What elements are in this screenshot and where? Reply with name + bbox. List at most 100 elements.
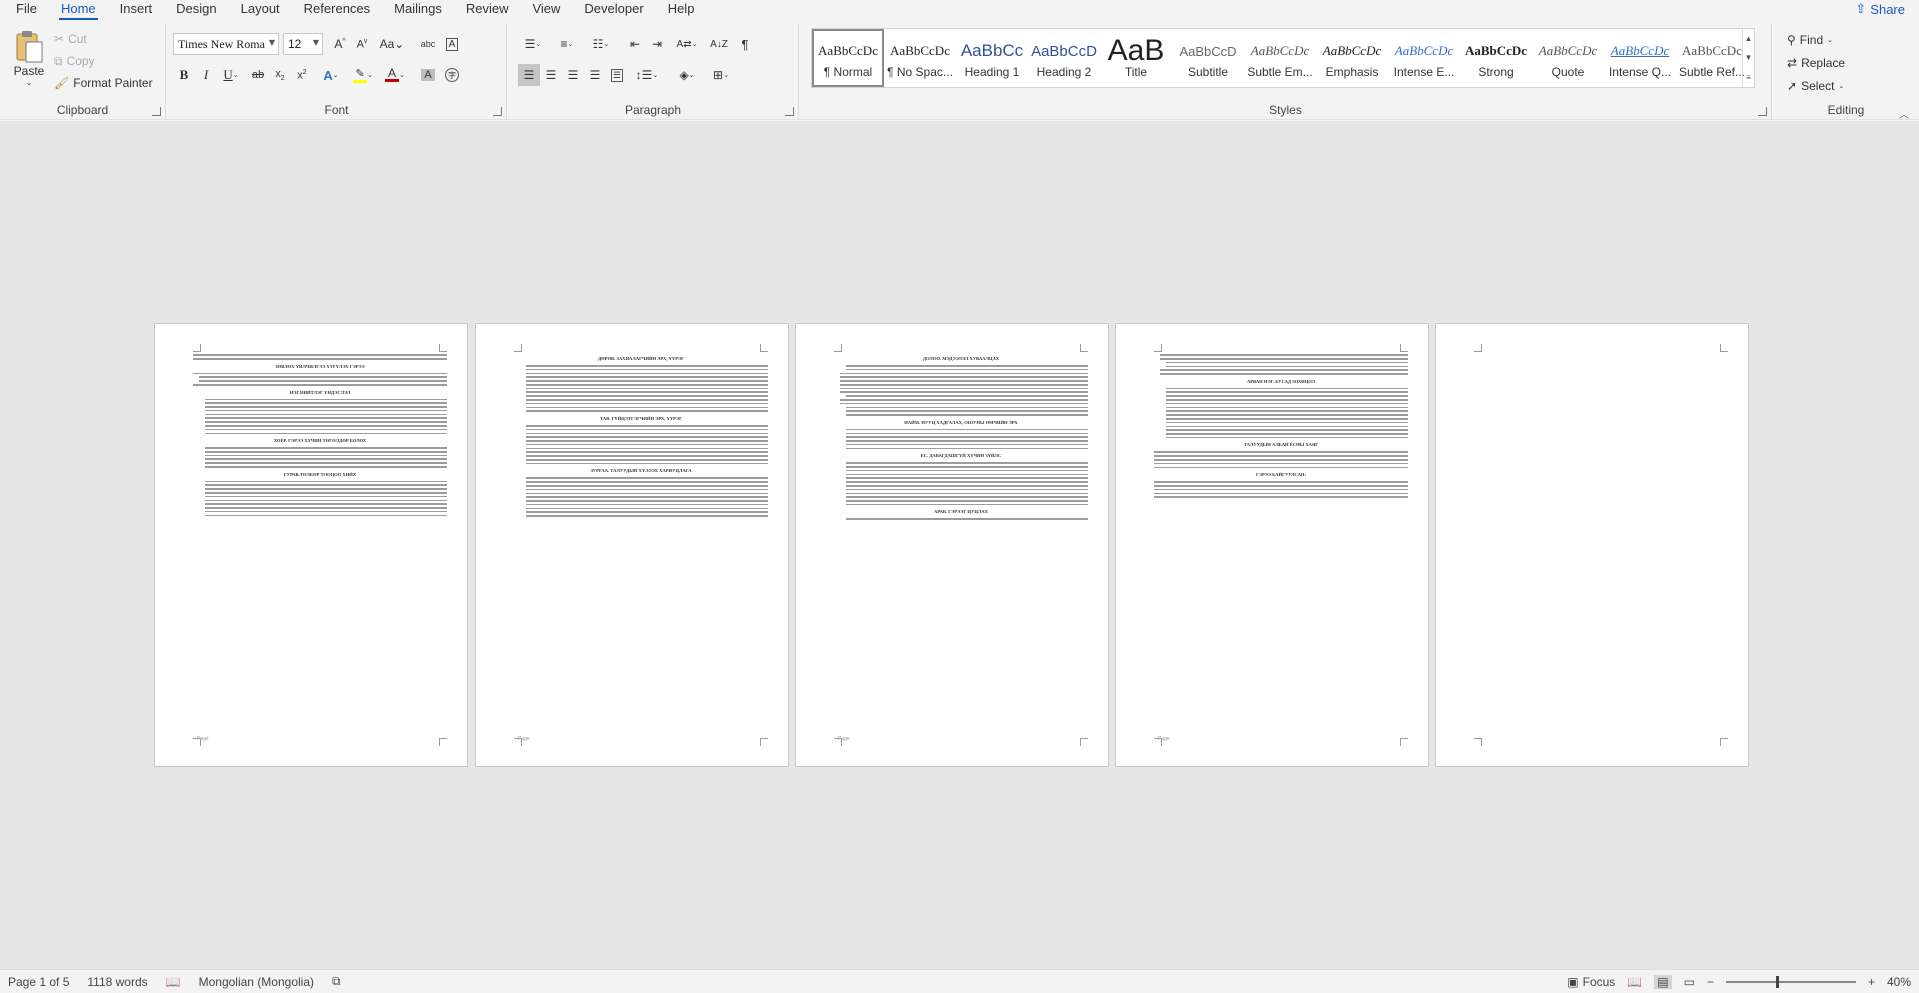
sort-button[interactable]: A↓Z <box>708 33 730 55</box>
style-item[interactable]: AaBbCcDc Emphasis <box>1316 29 1388 87</box>
text-line <box>846 481 1088 483</box>
document-page[interactable]: ДӨРӨВ. ЗАХИАЛАГЧИЙН ЭРХ, ҮҮРЭГ ТАВ. ГҮЙЦЭ… <box>475 323 789 767</box>
style-item[interactable]: AaBbCcDc Intense Q... <box>1604 29 1676 87</box>
gallery-up-icon[interactable]: ▲ <box>1745 34 1753 43</box>
tab-view[interactable]: View <box>532 0 560 20</box>
align-right-button[interactable]: ☰ <box>562 64 584 86</box>
language-indicator[interactable]: Mongolian (Mongolia) <box>199 975 314 989</box>
web-layout-icon[interactable]: ▭ <box>1684 975 1695 989</box>
tab-mailings[interactable]: Mailings <box>394 0 442 20</box>
font-color-button[interactable]: A ⌄ <box>381 64 409 86</box>
style-item[interactable]: AaBbCcD Subtitle <box>1172 29 1244 87</box>
numbering-button[interactable]: ≡ ⌄ <box>552 33 582 55</box>
multilevel-list-button[interactable]: ☷ ⌄ <box>586 33 616 55</box>
style-item[interactable]: AaBbCcDc Strong <box>1460 29 1532 87</box>
tab-home[interactable]: Home <box>58 0 98 20</box>
justify-button[interactable]: ☰ <box>584 64 606 86</box>
styles-launcher-icon[interactable] <box>1758 107 1767 116</box>
style-item[interactable]: AaBbCcDc ¶ No Spac... <box>884 29 956 87</box>
document-page[interactable] <box>1435 323 1749 767</box>
zoom-level[interactable]: 40% <box>1887 975 1911 989</box>
font-launcher-icon[interactable] <box>493 107 502 116</box>
zoom-in-icon[interactable]: + <box>1868 975 1875 989</box>
style-item[interactable]: AaBbCcD Heading 2 <box>1028 29 1100 87</box>
strikethrough-button[interactable]: ab <box>247 64 269 86</box>
style-item[interactable]: AaB Title <box>1100 29 1172 87</box>
document-page[interactable]: ЗӨВЛӨХ ҮЙЛЧИЛГЭЭ ҮЗҮҮЛЭХ ГЭРЭЭ НЭГ.НИЙТЛЭ… <box>154 323 468 767</box>
gallery-more-icon[interactable]: ≡ <box>1746 73 1751 82</box>
document-page[interactable]: ДОЛОО. МЭДЭЭЛЭЛ ХУВААЛЦАХ НАЙМ. НУУЦ ХАДГ… <box>795 323 1109 767</box>
tab-developer[interactable]: Developer <box>584 0 643 20</box>
share-button[interactable]: ⇪ Share <box>1849 0 1911 18</box>
accessibility-icon[interactable]: ⧉ <box>332 974 341 989</box>
style-item[interactable]: AaBbCcDc Subtle Ref... <box>1676 29 1748 87</box>
italic-button[interactable]: I <box>195 64 217 86</box>
find-button[interactable]: ⚲ Find ⌄ <box>1787 30 1833 50</box>
line-spacing-icon: ↕☰ <box>635 68 653 82</box>
distributed-button[interactable]: ☰ <box>606 64 628 86</box>
text-line <box>526 462 768 465</box>
align-right-icon: ☰ <box>567 68 579 82</box>
paragraph-launcher-icon[interactable] <box>785 107 794 116</box>
font-name-combo[interactable]: Times New Roma ▼ <box>173 33 279 55</box>
document-page[interactable]: АРВАН НЭГ. БУСАД ЗОХИЦОЛ ТАЛУУДЫН АЛБАН Ё… <box>1115 323 1429 767</box>
align-left-button[interactable]: ☰ <box>518 64 540 86</box>
gallery-down-icon[interactable]: ▼ <box>1745 53 1753 62</box>
paste-button[interactable]: Paste ⌄ <box>8 28 50 88</box>
align-center-icon: ☰ <box>545 68 557 82</box>
tab-design[interactable]: Design <box>176 0 216 20</box>
align-center-button[interactable]: ☰ <box>540 64 562 86</box>
tab-help[interactable]: Help <box>668 0 695 20</box>
style-item[interactable]: AaBbCcDc Intense E... <box>1388 29 1460 87</box>
bold-button[interactable]: B <box>173 64 195 86</box>
show-formatting-button[interactable]: ¶ <box>734 33 756 55</box>
read-mode-icon[interactable]: 📖 <box>1627 975 1642 989</box>
character-shading-button[interactable]: A <box>417 64 439 86</box>
shrink-font-button[interactable]: Av <box>351 33 373 55</box>
copy-button[interactable]: ⧉ Copy <box>54 52 95 70</box>
borders-button[interactable]: ⊞ ⌄ <box>706 64 736 86</box>
enclose-characters-button[interactable]: 字 <box>441 64 463 86</box>
zoom-slider[interactable] <box>1725 976 1856 988</box>
clear-formatting-button[interactable]: abc <box>417 33 439 55</box>
tab-insert[interactable]: Insert <box>120 0 153 20</box>
underline-button[interactable]: U ⌄ <box>217 64 245 86</box>
collapse-ribbon-icon[interactable]: ︿ <box>1899 106 1909 121</box>
replace-button[interactable]: ⇄ Replace <box>1787 53 1845 73</box>
highlight-button[interactable]: ✎ ⌄ <box>349 64 377 86</box>
asian-layout-button[interactable]: A⇄ ⌄ <box>672 33 702 55</box>
decrease-indent-button[interactable]: ⇤ <box>624 33 646 55</box>
bullets-button[interactable]: ☰ ⌄ <box>518 33 548 55</box>
style-item[interactable]: AaBbCcDc ¶ Normal <box>812 29 884 87</box>
format-painter-button[interactable]: 🖌 Format Painter <box>54 74 153 92</box>
character-border-button[interactable]: A <box>441 33 463 55</box>
gallery-scroll[interactable]: ▲ ▼ ≡ <box>1742 29 1754 87</box>
proofing-icon[interactable]: 📖 <box>166 975 181 989</box>
word-count[interactable]: 1118 words <box>87 975 147 989</box>
cut-button[interactable]: ✂ Cut <box>54 30 87 48</box>
change-case-button[interactable]: Aa⌄ <box>377 33 407 55</box>
clipboard-launcher-icon[interactable] <box>152 107 161 116</box>
superscript-button[interactable]: x2 <box>291 64 313 86</box>
tab-review[interactable]: Review <box>466 0 509 20</box>
print-layout-icon[interactable]: ▤ <box>1654 975 1672 989</box>
focus-button[interactable]: ▣ Focus <box>1567 975 1615 989</box>
text-effects-button[interactable]: A ⌄ <box>317 64 345 86</box>
document-area[interactable]: ЗӨВЛӨХ ҮЙЛЧИЛГЭЭ ҮЗҮҮЛЭХ ГЭРЭЭ НЭГ.НИЙТЛЭ… <box>0 121 1919 969</box>
shading-button[interactable]: ◈ ⌄ <box>672 64 702 86</box>
zoom-out-icon[interactable]: − <box>1707 975 1714 989</box>
subscript-button[interactable]: x2 <box>269 64 291 86</box>
page-count[interactable]: Page 1 of 5 <box>8 975 69 989</box>
style-item[interactable]: AaBbCcDc Quote <box>1532 29 1604 87</box>
font-size-combo[interactable]: 12 ▼ <box>283 33 323 55</box>
select-button[interactable]: ➚ Select ⌄ <box>1787 76 1844 96</box>
style-item[interactable]: AaBbCc Heading 1 <box>956 29 1028 87</box>
tab-references[interactable]: References <box>304 0 370 20</box>
increase-indent-button[interactable]: ⇥ <box>646 33 668 55</box>
tab-layout[interactable]: Layout <box>241 0 280 20</box>
style-item[interactable]: AaBbCcDc Subtle Em... <box>1244 29 1316 87</box>
line-spacing-button[interactable]: ↕☰ ⌄ <box>632 64 662 86</box>
zoom-slider-thumb[interactable] <box>1776 976 1780 988</box>
grow-font-button[interactable]: A^ <box>329 33 351 55</box>
tab-file[interactable]: File <box>16 0 37 20</box>
